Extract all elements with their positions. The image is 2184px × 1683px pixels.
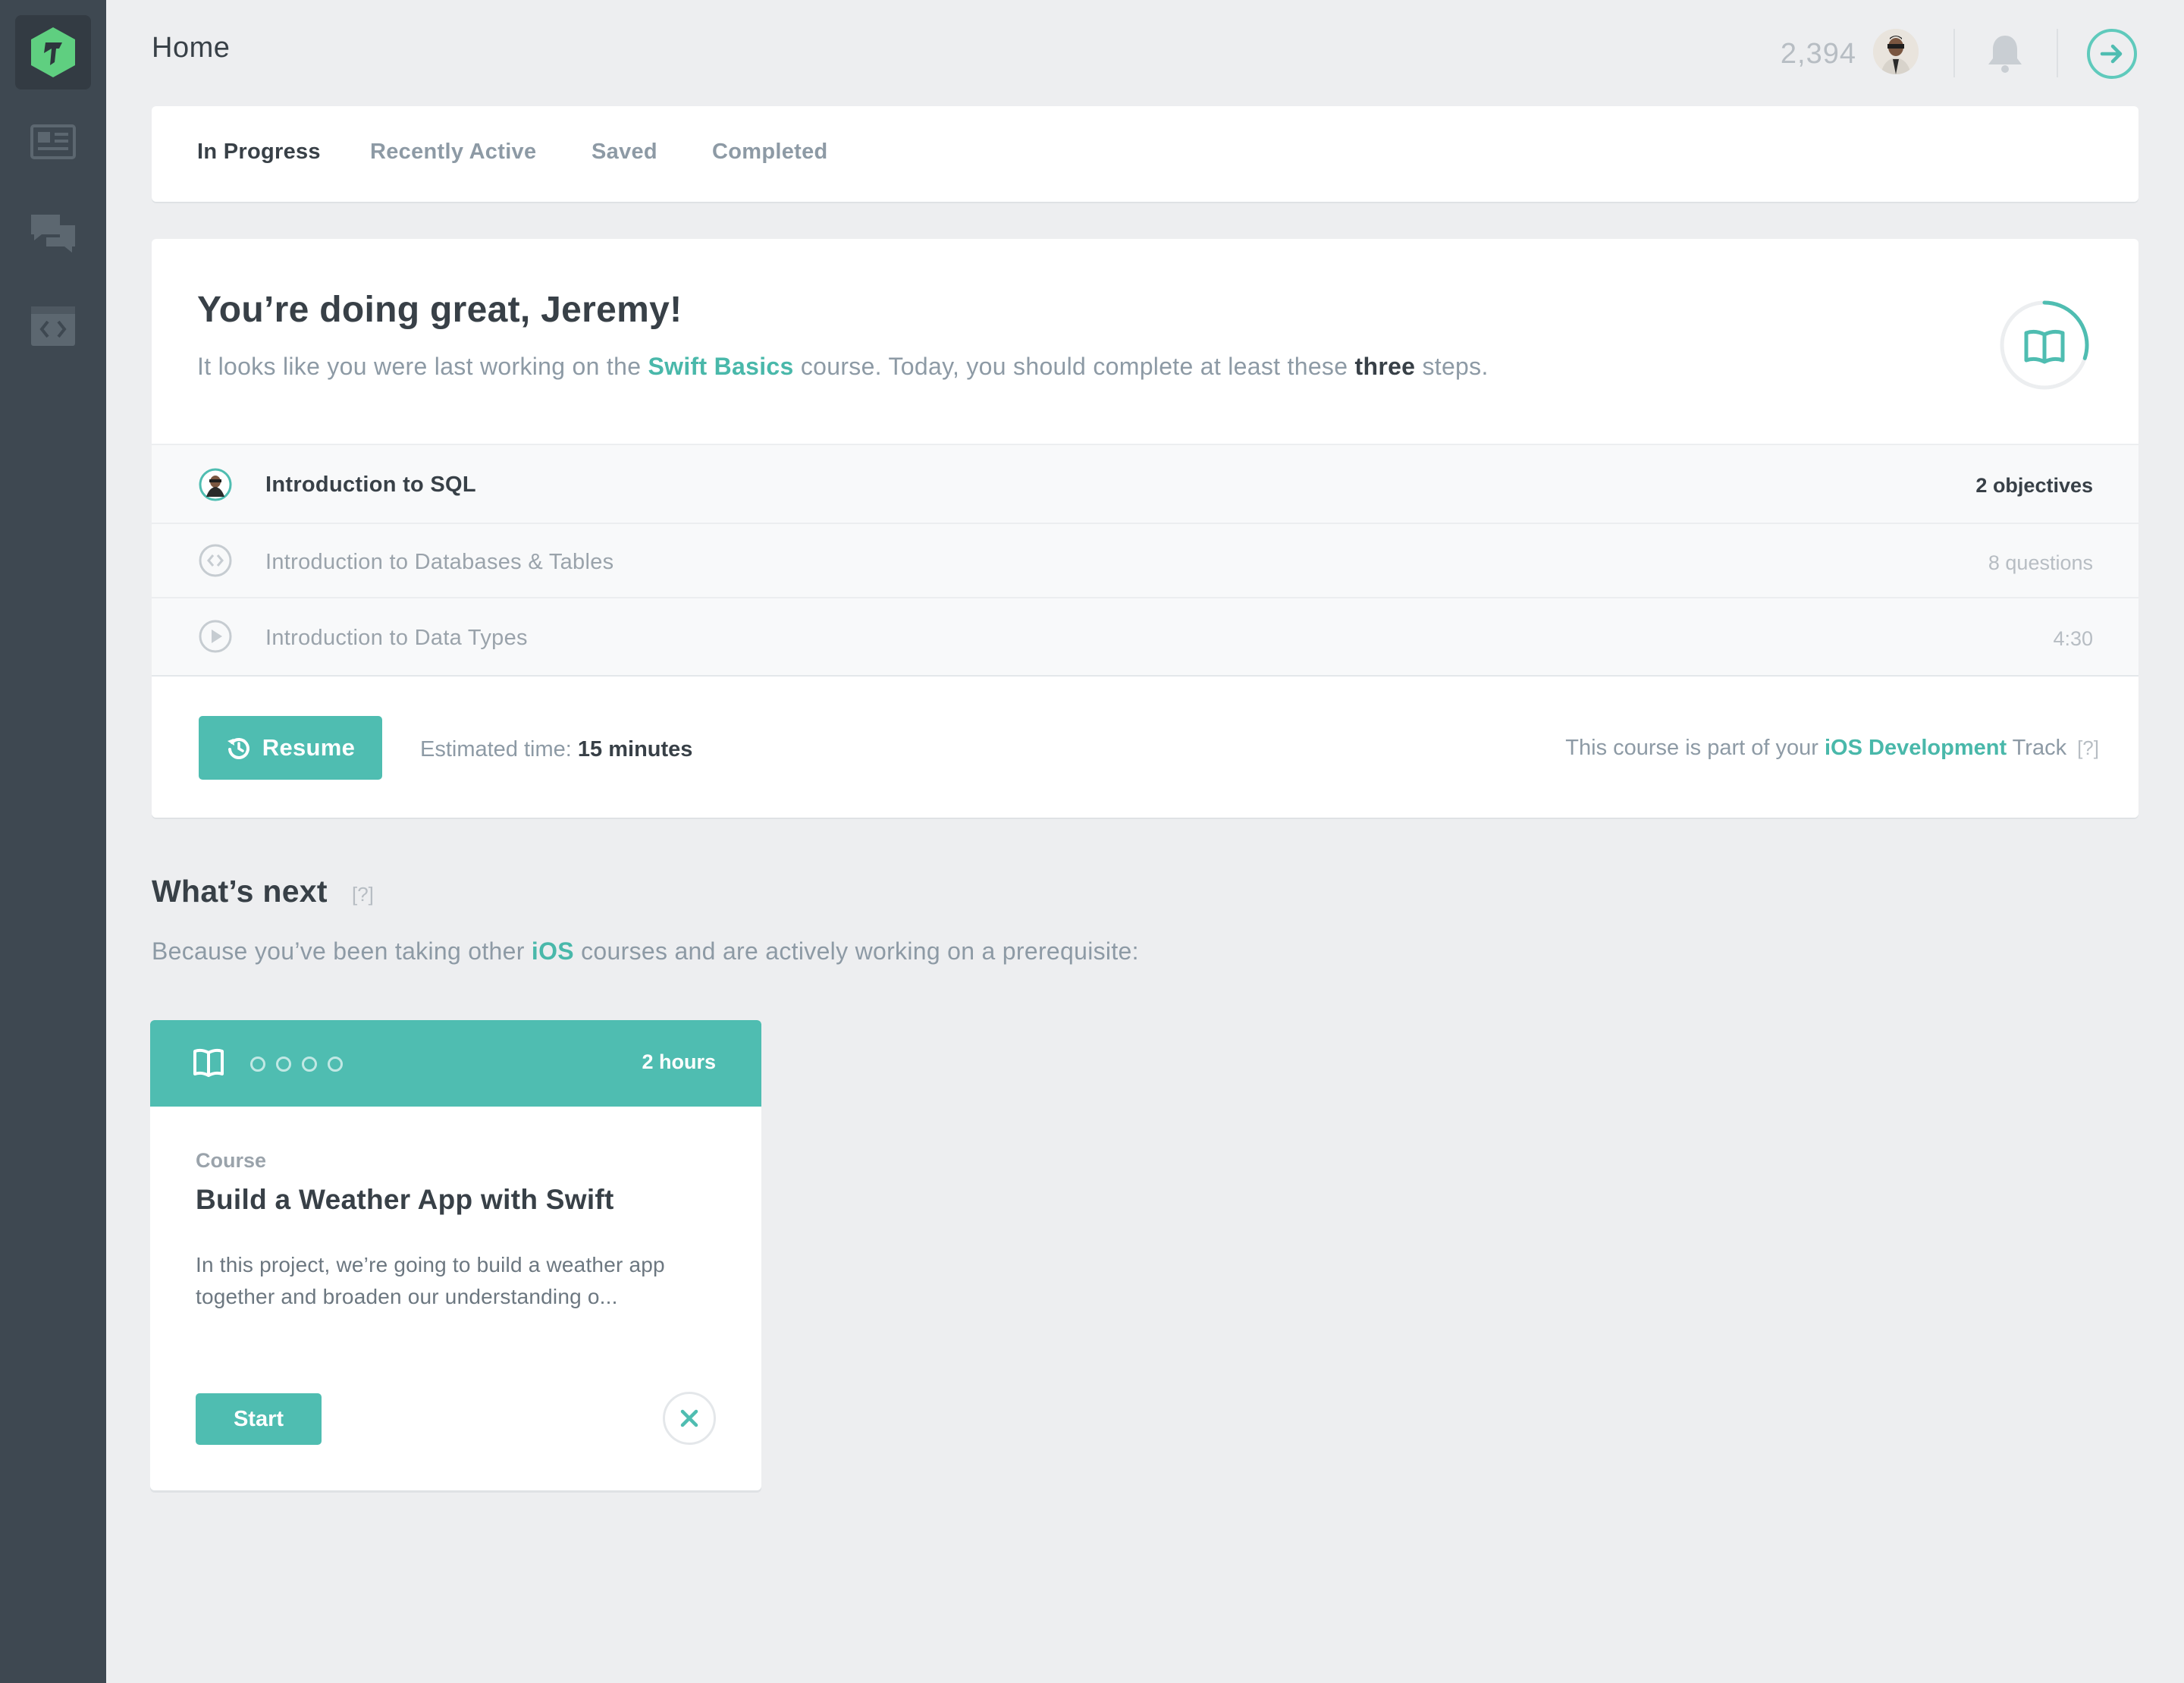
step-title: Introduction to Data Types (265, 626, 528, 650)
user-avatar[interactable] (1873, 29, 1919, 74)
difficulty-dot (302, 1057, 317, 1072)
progress-intro: It looks like you were last working on t… (197, 353, 1489, 381)
library-nav[interactable] (27, 118, 79, 167)
play-video-icon (199, 620, 232, 653)
resume-button[interactable]: Resume (199, 716, 382, 780)
estimated-time-value: 15 minutes (577, 737, 693, 761)
difficulty-dot (276, 1057, 291, 1072)
whats-next-help-link[interactable]: [?] (352, 883, 374, 906)
course-card-header: 2 hours (150, 1020, 761, 1107)
greeting-heading: You’re doing great, Jeremy! (197, 290, 682, 330)
ios-topic-link[interactable]: iOS (532, 937, 574, 965)
step-title: Introduction to SQL (265, 473, 476, 497)
step-title: Introduction to Databases & Tables (265, 550, 614, 574)
tab-recently-active[interactable]: Recently Active (370, 140, 536, 165)
logo-icon (31, 27, 75, 77)
intro-text: It looks like you were last working on t… (197, 353, 648, 380)
desc-text: courses and are actively working on a pr… (573, 937, 1139, 965)
desc-text: Because you’ve been taking other (152, 937, 532, 965)
step-row[interactable]: Introduction to Data Types 4:30 (152, 597, 2138, 675)
progress-ring-graphic (2000, 300, 2089, 390)
book-icon (2024, 329, 2065, 364)
sidebar (0, 0, 106, 1683)
community-nav[interactable] (27, 209, 79, 258)
course-link[interactable]: Swift Basics (648, 353, 794, 380)
step-count: three (1354, 353, 1416, 380)
whats-next-description: Because you’ve been taking other iOS cou… (152, 937, 1139, 966)
difficulty-dot (250, 1057, 265, 1072)
intro-text: course. Today, you should complete at le… (793, 353, 1355, 380)
step-row[interactable]: Introduction to SQL 2 objectives (152, 444, 2138, 523)
estimated-time-label: Estimated time: (420, 737, 578, 761)
header-divider (2057, 29, 2058, 77)
workspaces-icon (31, 306, 75, 346)
course-title[interactable]: Build a Weather App with Swift (196, 1184, 614, 1216)
course-duration: 2 hours (642, 1050, 716, 1073)
tab-completed[interactable]: Completed (712, 140, 828, 165)
track-info: This course is part of your iOS Developm… (1565, 736, 2099, 761)
course-type-label: Course (196, 1149, 267, 1172)
tab-bar: In Progress Recently Active Saved Comple… (152, 106, 2138, 202)
header-divider (1953, 29, 1955, 77)
track-text: Track (2007, 736, 2067, 760)
difficulty-dots (250, 1057, 343, 1072)
treehouse-logo[interactable] (15, 15, 91, 89)
track-help-link[interactable]: [?] (2077, 736, 2099, 759)
dismiss-button[interactable] (663, 1392, 716, 1445)
estimated-time: Estimated time: 15 minutes (420, 737, 692, 762)
avatar-icon (1873, 29, 1919, 74)
close-icon (680, 1409, 698, 1427)
track-text: This course is part of your (1565, 736, 1825, 760)
step-meta: 8 questions (1988, 551, 2093, 574)
progress-card-footer: Resume Estimated time: 15 minutes This c… (152, 675, 2138, 818)
difficulty-dot (328, 1057, 343, 1072)
community-icon (31, 215, 75, 253)
avatar-icon (199, 468, 232, 501)
book-icon (193, 1048, 224, 1077)
course-description: In this project, we’re going to build a … (196, 1253, 665, 1308)
whats-next-heading: What’s next (152, 874, 328, 909)
code-challenge-icon (199, 544, 232, 577)
page-title: Home (152, 32, 231, 64)
progress-card: You’re doing great, Jeremy! It looks lik… (152, 239, 2138, 818)
sign-out-button[interactable] (2087, 29, 2137, 79)
intro-text: steps. (1415, 353, 1489, 380)
start-button[interactable]: Start (196, 1393, 322, 1445)
step-meta: 4:30 (2053, 627, 2093, 650)
arrow-right-icon (2100, 44, 2123, 64)
step-meta: 2 objectives (1975, 474, 2093, 497)
points-counter: 2,394 (1780, 38, 1856, 70)
course-progress-ring (1997, 298, 2091, 392)
track-link[interactable]: iOS Development (1825, 736, 2007, 760)
resume-label: Resume (262, 734, 356, 761)
tab-in-progress[interactable]: In Progress (197, 140, 321, 165)
tab-saved[interactable]: Saved (592, 140, 657, 165)
library-icon (30, 124, 76, 159)
step-row[interactable]: Introduction to Databases & Tables 8 que… (152, 523, 2138, 597)
notifications-button[interactable] (1982, 30, 2028, 76)
workspaces-nav[interactable] (27, 302, 79, 350)
bell-icon (1988, 36, 2022, 73)
restart-icon (227, 738, 249, 759)
course-card[interactable]: 2 hours Course Build a Weather App with … (150, 1020, 761, 1490)
